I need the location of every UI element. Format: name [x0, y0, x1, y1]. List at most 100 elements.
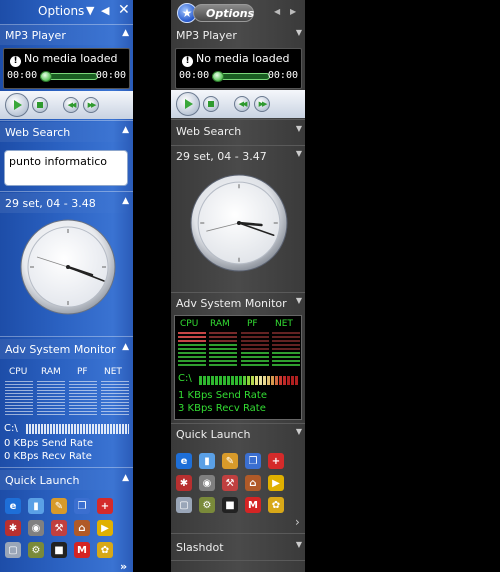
ram-meter: [37, 381, 65, 415]
flower-icon[interactable]: ✿: [268, 497, 284, 513]
seek-knob[interactable]: [40, 71, 52, 82]
close-icon[interactable]: ✕: [118, 2, 130, 18]
chevron-up-icon[interactable]: ▲: [122, 28, 129, 38]
date-time-label: 29 set, 04 - 3.48: [5, 197, 96, 210]
play-button[interactable]: [176, 92, 200, 116]
dark-sidebar: ★ Options ◀ ▶ MP3 Player ▼ ! No media loa…: [171, 0, 305, 572]
more-icon[interactable]: »: [120, 560, 127, 572]
quick-launch-title[interactable]: Quick Launch ▼: [171, 425, 305, 445]
send-rate: 0 KBps Send Rate: [4, 438, 93, 449]
ie-icon[interactable]: e: [5, 498, 21, 514]
chevron-icon[interactable]: ▼: [296, 296, 302, 305]
previous-button[interactable]: ◀◀: [234, 96, 250, 112]
slashdot-title[interactable]: Slashdot ▼: [171, 538, 305, 558]
more-icon[interactable]: ›: [295, 515, 300, 529]
arrow-right-icon[interactable]: ▶: [290, 7, 296, 16]
previous-button[interactable]: ◀◀: [63, 97, 79, 113]
quick-launch-title[interactable]: Quick Launch ▲: [0, 470, 133, 490]
media-status: ! No media loaded: [182, 52, 289, 67]
tool-icon[interactable]: ⚒: [222, 475, 238, 491]
search-input[interactable]: punto informatico: [4, 150, 128, 186]
time-elapsed: 00:00: [7, 70, 38, 81]
drive-label: C:\: [4, 423, 18, 434]
media-display: ! No media loaded 00:00 00:00: [3, 48, 130, 89]
play-button[interactable]: [5, 93, 29, 117]
options-menu[interactable]: Options: [193, 4, 254, 22]
quick-launch-grid: e ▮ ✎ ❐ + ✱ ◉ ⚒ ⌂ ▶ ▢ ⚙ ■ M ✿: [5, 498, 115, 560]
tools-icon[interactable]: ⚙: [28, 542, 44, 558]
chevron-up-icon[interactable]: ▲: [122, 125, 129, 135]
arrow-left-icon[interactable]: ◀: [274, 7, 280, 16]
web-search-title[interactable]: Web Search ▲: [0, 122, 133, 142]
chevron-up-icon[interactable]: ▲: [122, 473, 129, 483]
media-status-text: No media loaded: [24, 52, 118, 65]
clock-title[interactable]: 29 set, 04 - 3.47 ▼: [171, 147, 305, 167]
play-icon: [14, 100, 22, 110]
clock-title[interactable]: 29 set, 04 - 3.48 ▲: [0, 193, 133, 213]
sysmon-title[interactable]: Adv System Monitor ▲: [0, 339, 133, 359]
firstaid-icon[interactable]: +: [97, 498, 113, 514]
mp3-player-title[interactable]: MP3 Player ▲: [0, 25, 133, 45]
chevron-down-icon[interactable]: ▼: [86, 4, 94, 17]
chevron-icon[interactable]: ▼: [296, 28, 302, 37]
mp3-player-title[interactable]: MP3 Player ▼: [171, 26, 305, 46]
chevron-icon[interactable]: ▼: [296, 124, 302, 133]
drive-usage-bar: [199, 375, 301, 385]
stop-button[interactable]: [203, 96, 219, 112]
media-icon[interactable]: ▶: [268, 475, 284, 491]
web-search-title[interactable]: Web Search ▼: [171, 122, 305, 142]
web-search-label: Web Search: [176, 125, 242, 138]
home-icon[interactable]: ⌂: [245, 475, 261, 491]
m-icon[interactable]: M: [74, 542, 90, 558]
firstaid-icon[interactable]: +: [268, 453, 284, 469]
window-icon[interactable]: ▢: [176, 497, 192, 513]
tool-icon[interactable]: ⚒: [51, 520, 67, 536]
chevron-up-icon[interactable]: ▲: [122, 196, 129, 206]
windows-icon[interactable]: ❐: [74, 498, 90, 514]
next-button[interactable]: ▶▶: [254, 96, 270, 112]
bug-icon[interactable]: ✱: [5, 520, 21, 536]
windows-icon[interactable]: ❐: [245, 453, 261, 469]
mycomputer-icon[interactable]: ▮: [199, 453, 215, 469]
chevron-up-icon[interactable]: ▲: [122, 342, 129, 352]
divider: [171, 533, 305, 534]
sysmon-title[interactable]: Adv System Monitor ▼: [171, 294, 305, 314]
pencil-icon[interactable]: ✎: [222, 453, 238, 469]
options-menu[interactable]: Options: [38, 4, 84, 18]
recv-rate: 3 KBps Recv Rate: [178, 403, 266, 414]
flower-icon[interactable]: ✿: [97, 542, 113, 558]
mycomputer-icon[interactable]: ▮: [28, 498, 44, 514]
chevron-icon[interactable]: ▼: [296, 540, 302, 549]
ram-header: RAM: [210, 319, 230, 329]
ram-meter: [209, 332, 237, 368]
media-icon[interactable]: ▶: [97, 520, 113, 536]
seek-bar[interactable]: [40, 71, 98, 82]
divider: [171, 145, 305, 146]
home-icon[interactable]: ⌂: [74, 520, 90, 536]
window-icon[interactable]: ▢: [5, 542, 21, 558]
chevron-icon[interactable]: ▼: [296, 427, 302, 436]
next-button[interactable]: ▶▶: [83, 97, 99, 113]
tools-icon[interactable]: ⚙: [199, 497, 215, 513]
monitor-headers: CPU RAM PF NET: [0, 367, 133, 379]
seek-bar[interactable]: [212, 71, 270, 82]
stop-button[interactable]: [32, 97, 48, 113]
cpu-meter: [178, 332, 206, 368]
date-time-label: 29 set, 04 - 3.47: [176, 150, 267, 163]
ie-icon[interactable]: e: [176, 453, 192, 469]
chevron-icon[interactable]: ▼: [296, 149, 302, 158]
mp3-player-label: MP3 Player: [5, 29, 66, 42]
monitor-headers: CPU RAM PF NET: [175, 319, 303, 331]
cd-icon[interactable]: ◉: [28, 520, 44, 536]
stop-icon: [208, 101, 214, 107]
m-icon[interactable]: M: [245, 497, 261, 513]
cd-icon[interactable]: ◉: [199, 475, 215, 491]
seek-knob[interactable]: [212, 71, 224, 82]
square-icon[interactable]: ■: [222, 497, 238, 513]
arrow-left-icon[interactable]: ◀: [101, 4, 109, 17]
square-icon[interactable]: ■: [51, 542, 67, 558]
bug-icon[interactable]: ✱: [176, 475, 192, 491]
drive-usage-bar: [26, 424, 129, 434]
pencil-icon[interactable]: ✎: [51, 498, 67, 514]
previous-icon: ◀◀: [67, 101, 77, 109]
